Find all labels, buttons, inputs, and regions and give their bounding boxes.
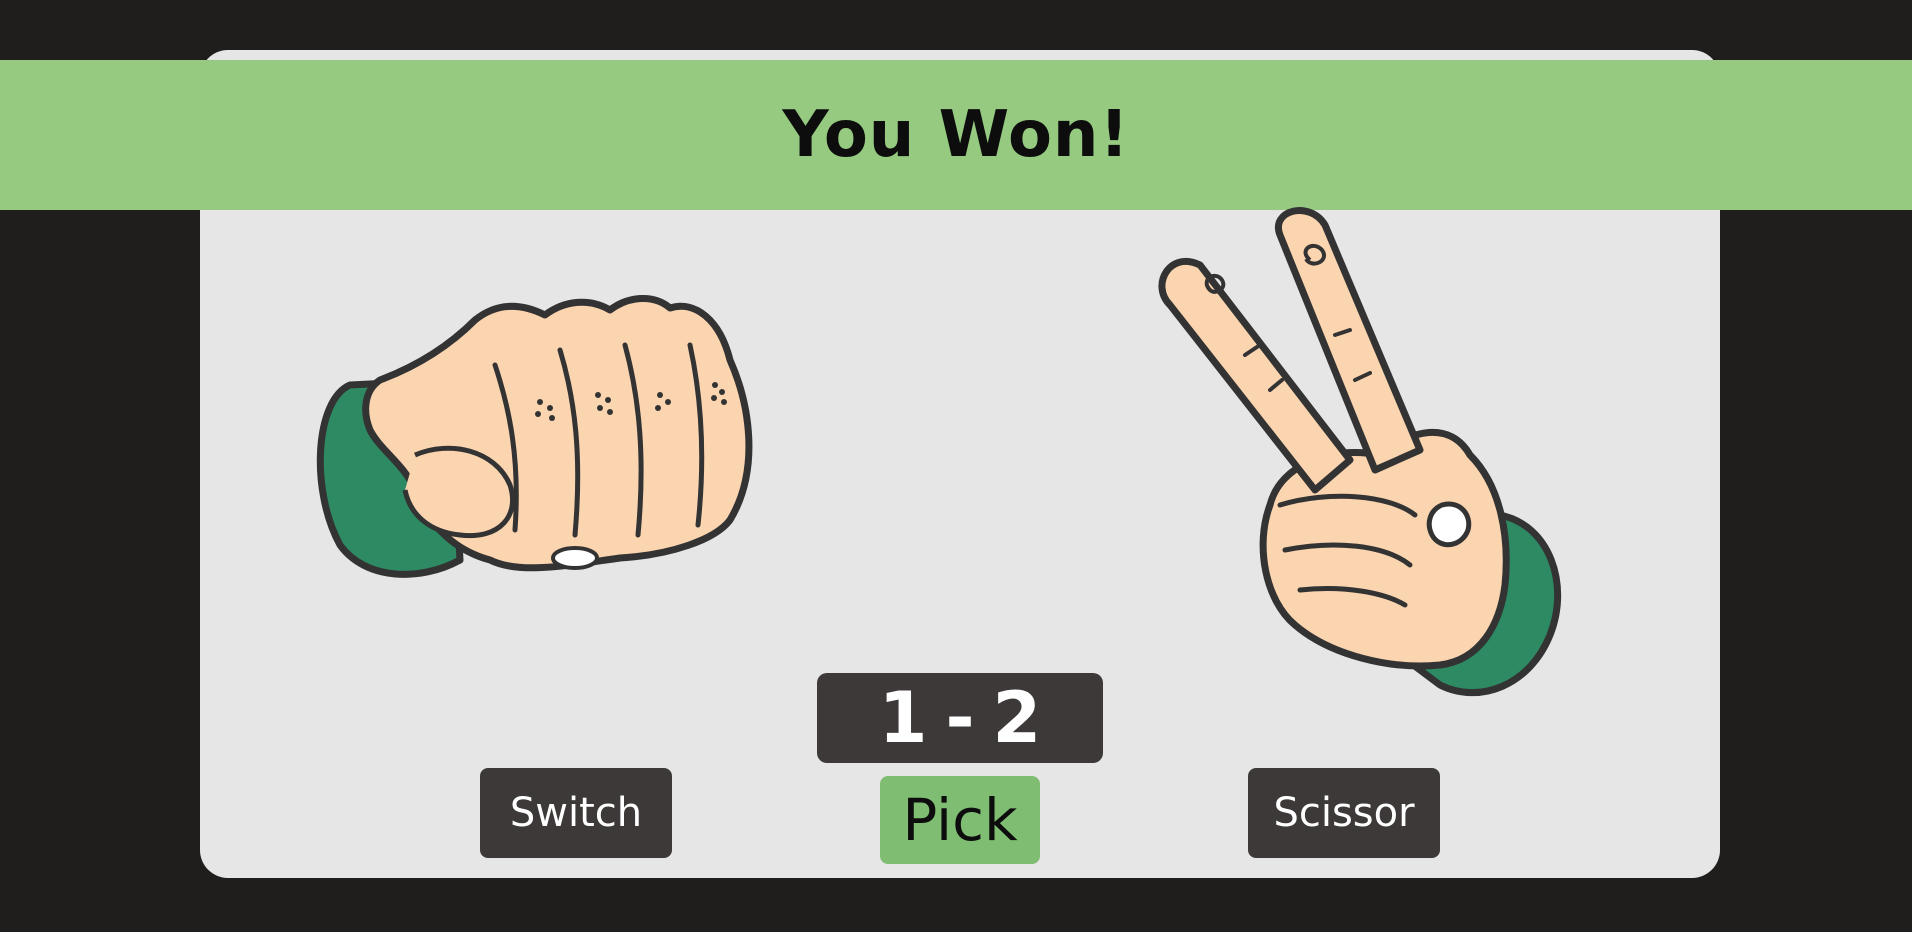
score-left: 1 [878,677,928,759]
opponent-hand [1150,205,1620,705]
result-text: You Won! [782,98,1130,172]
pick-button[interactable]: Pick [880,776,1040,864]
scissor-button[interactable]: Scissor [1248,768,1440,858]
result-banner: You Won! [0,60,1912,210]
player-hand [310,290,780,590]
fist-rock-icon [316,295,753,578]
score-separator: - [945,677,975,759]
score-right: 2 [992,677,1042,759]
switch-button[interactable]: Switch [480,768,672,858]
peace-scissors-icon [1158,207,1562,697]
score-display: 1 - 2 [817,673,1103,763]
